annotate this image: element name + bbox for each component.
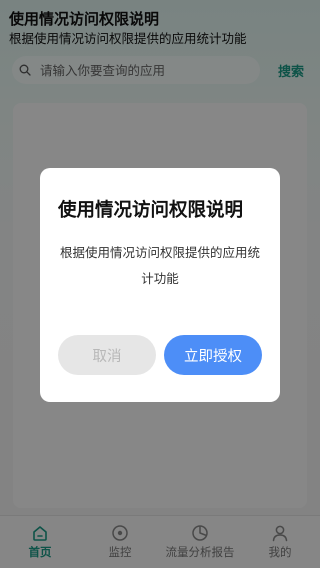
dialog-actions: 取消 立即授权 [58,335,262,375]
cancel-button[interactable]: 取消 [58,335,156,375]
permission-dialog: 使用情况访问权限说明 根据使用情况访问权限提供的应用统计功能 取消 立即授权 [40,168,280,402]
grant-permission-button[interactable]: 立即授权 [164,335,262,375]
dialog-title: 使用情况访问权限说明 [58,200,244,221]
dialog-message: 根据使用情况访问权限提供的应用统计功能 [59,245,260,286]
